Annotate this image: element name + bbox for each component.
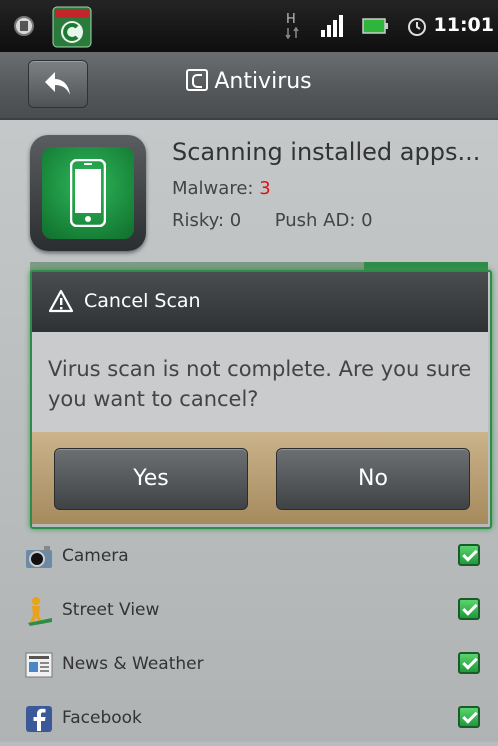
dialog-title-bar: Cancel Scan xyxy=(32,272,488,332)
app-checkbox[interactable] xyxy=(458,706,480,728)
dialog-title: Cancel Scan xyxy=(84,290,201,312)
list-item[interactable]: Facebook xyxy=(0,692,498,746)
status-bar: H 11:01 xyxy=(0,0,498,52)
signal-strength-icon xyxy=(321,15,343,37)
alarm-icon xyxy=(408,18,426,36)
title-bar: Antivirus xyxy=(0,52,498,120)
news-weather-app-icon xyxy=(25,652,53,678)
no-button[interactable]: No xyxy=(276,448,470,510)
scan-status: Scanning installed apps... xyxy=(172,138,481,166)
list-item[interactable]: Street View xyxy=(0,584,498,638)
comodo-logo-icon xyxy=(186,69,209,91)
street-view-app-icon xyxy=(28,597,52,626)
warning-icon xyxy=(48,289,74,313)
list-item[interactable]: News & Weather xyxy=(0,638,498,692)
status-clock: 11:01 xyxy=(433,14,494,36)
hspa-data-icon: H xyxy=(285,12,299,40)
android-icon xyxy=(14,16,34,36)
camera-app-icon xyxy=(26,546,52,568)
malware-count: Malware: 3 xyxy=(172,178,271,199)
battery-icon xyxy=(362,18,388,34)
facebook-app-icon xyxy=(26,706,52,732)
svg-text:H: H xyxy=(286,12,296,27)
risky-count: Risky: 0 xyxy=(172,210,242,231)
list-item[interactable]: Camera xyxy=(0,530,498,584)
comodo-notification-icon xyxy=(52,6,92,48)
yes-button[interactable]: Yes xyxy=(54,448,248,510)
app-name: Street View xyxy=(62,600,160,620)
scan-counts: Risky: 0 Push AD: 0 xyxy=(172,210,373,231)
dialog-message: Virus scan is not complete. Are you sure… xyxy=(48,357,472,411)
app-checkbox[interactable] xyxy=(458,652,480,674)
scan-phone-icon xyxy=(30,135,146,251)
malware-value: 3 xyxy=(259,178,271,199)
app-name: Facebook xyxy=(62,708,142,728)
app-checkbox[interactable] xyxy=(458,544,480,566)
malware-label: Malware: xyxy=(172,178,254,199)
page-title: Antivirus xyxy=(0,69,498,94)
app-name: Camera xyxy=(62,546,129,566)
app-name: News & Weather xyxy=(62,654,204,674)
push-ad-count: Push AD: 0 xyxy=(274,210,373,231)
app-checkbox[interactable] xyxy=(458,598,480,620)
page-title-text: Antivirus xyxy=(214,69,312,94)
